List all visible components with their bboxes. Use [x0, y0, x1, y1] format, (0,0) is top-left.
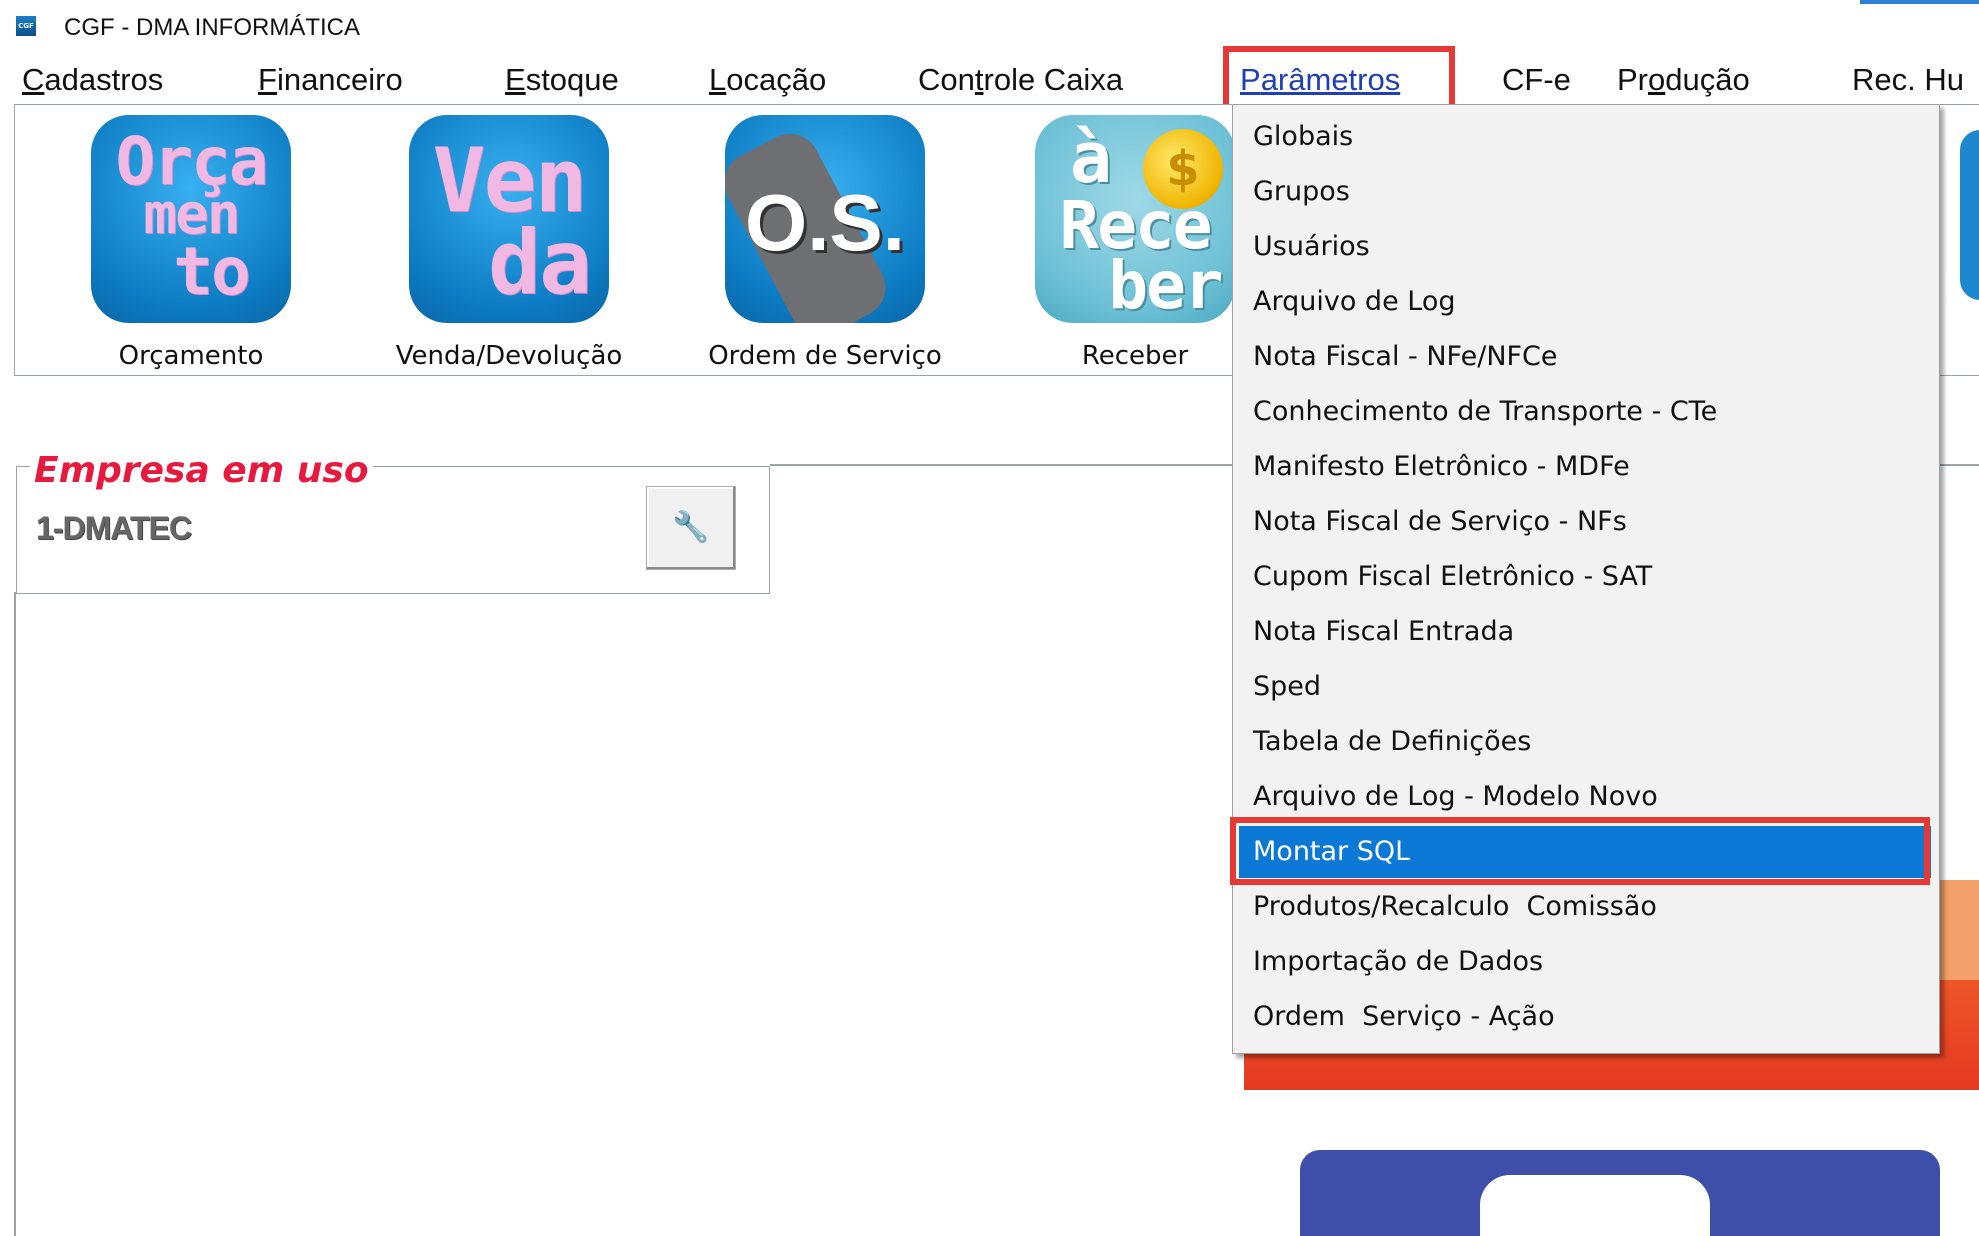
montar-sql-highlight-box: [1230, 817, 1930, 885]
venda-icon: Ven da: [409, 115, 609, 323]
menu-item-tabela-definicoes[interactable]: Tabela de Definições: [1239, 716, 1931, 768]
menu-item-arquivo-log[interactable]: Arquivo de Log: [1239, 276, 1931, 328]
company-name: 1-DMATEC: [36, 510, 192, 546]
change-company-icon: 🔧: [672, 510, 710, 545]
menu-item-arquivo-log-novo[interactable]: Arquivo de Log - Modelo Novo: [1239, 771, 1931, 823]
window-title: CGF - DMA INFORMÁTICA: [64, 14, 360, 41]
company-legend: Empresa em uso: [30, 450, 373, 491]
receber-icon: à Rece ber $: [1035, 115, 1235, 323]
menu-financeiro[interactable]: Financeiro: [258, 62, 403, 98]
menu-estoque[interactable]: Estoque: [505, 62, 619, 98]
tool-label: Ordem de Serviço: [708, 341, 942, 371]
background-logo-gap: [1480, 1175, 1710, 1236]
app-icon: CGF: [16, 16, 36, 36]
menu-cf-e[interactable]: CF-e: [1502, 62, 1571, 98]
menu-item-mdfe[interactable]: Manifesto Eletrônico - MDFe: [1239, 441, 1931, 493]
change-company-button[interactable]: 🔧: [646, 486, 736, 570]
ordem-servico-icon: O.S.: [725, 115, 925, 323]
panel-left-border: [14, 592, 16, 1236]
tool-label: Receber: [1081, 341, 1189, 371]
menu-item-nfs[interactable]: Nota Fiscal de Serviço - NFs: [1239, 496, 1931, 548]
menu-item-nfe-nfce[interactable]: Nota Fiscal - NFe/NFCe: [1239, 331, 1931, 383]
orcamento-icon: Orça men to: [91, 115, 291, 323]
ordem-servico-button[interactable]: O.S. Ordem de Serviço: [705, 113, 945, 371]
menu-item-nf-entrada[interactable]: Nota Fiscal Entrada: [1239, 606, 1931, 658]
menu-item-recalculo-comissao[interactable]: Produtos/Recalculo Comissão: [1239, 881, 1931, 933]
menu-item-globais[interactable]: Globais: [1239, 111, 1931, 163]
menu-item-cte[interactable]: Conhecimento de Transporte - CTe: [1239, 386, 1931, 438]
parametros-dropdown-menu: Globais Grupos Usuários Arquivo de Log N…: [1232, 104, 1940, 1054]
menu-item-grupos[interactable]: Grupos: [1239, 166, 1931, 218]
menu-item-importacao-dados[interactable]: Importação de Dados: [1239, 936, 1931, 988]
menu-item-ordem-servico-acao[interactable]: Ordem Serviço - Ação: [1239, 991, 1931, 1043]
menu-producao[interactable]: Produção: [1617, 62, 1750, 98]
partial-shortcut-icon[interactable]: [1960, 130, 1979, 300]
tool-label: Orçamento: [118, 341, 264, 371]
menu-cadastros[interactable]: Cadastros: [22, 62, 163, 98]
menu-item-usuarios[interactable]: Usuários: [1239, 221, 1931, 273]
menu-item-sat[interactable]: Cupom Fiscal Eletrônico - SAT: [1239, 551, 1931, 603]
menu-locacao[interactable]: Locação: [709, 62, 826, 98]
window-corner-accent: [1860, 0, 1979, 14]
menu-bar: Cadastros Financeiro Estoque Locação Con…: [0, 58, 1979, 104]
app-window: CGF CGF - DMA INFORMÁTICA Cadastros Fina…: [0, 0, 1979, 1236]
orcamento-button[interactable]: Orça men to Orçamento: [71, 113, 311, 371]
menu-rec-humanos[interactable]: Rec. Hu: [1852, 62, 1964, 98]
menu-controle-caixa[interactable]: Controle Caixa: [918, 62, 1123, 98]
tool-label: Venda/Devolução: [395, 341, 623, 371]
title-bar: CGF CGF - DMA INFORMÁTICA: [0, 0, 1979, 44]
coin-icon: $: [1143, 129, 1223, 209]
receber-button[interactable]: à Rece ber $ Receber: [1015, 113, 1255, 371]
venda-button[interactable]: Ven da Venda/Devolução: [389, 113, 629, 371]
menu-item-sped[interactable]: Sped: [1239, 661, 1931, 713]
